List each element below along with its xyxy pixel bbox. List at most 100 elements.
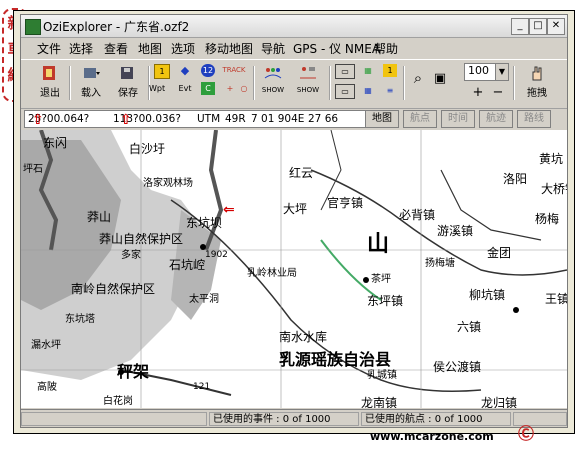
map-label: 莽山自然保护区 bbox=[99, 232, 184, 246]
map-button[interactable]: 地图 bbox=[365, 110, 399, 128]
zoom-out-icon[interactable]: − bbox=[491, 86, 505, 99]
map-label: 南岭自然保护区 bbox=[71, 282, 156, 296]
menu-move-map[interactable]: 移动地图 bbox=[205, 40, 253, 57]
show-route-icon bbox=[264, 68, 282, 79]
map-label: 红云 bbox=[289, 166, 314, 180]
grid-icon[interactable]: ▦ bbox=[361, 64, 375, 77]
toolbar-separator bbox=[253, 66, 255, 100]
show-label-2: SHOW bbox=[296, 86, 320, 94]
map-label: 莽山 bbox=[87, 210, 112, 224]
zoom-select[interactable]: 100 ▼ bbox=[464, 63, 509, 81]
waypoint-button[interactable]: 航点 bbox=[403, 110, 437, 128]
load-icon bbox=[84, 68, 100, 78]
map-label: 龙南镇 bbox=[361, 396, 398, 408]
utm-label: UTM bbox=[197, 113, 221, 125]
map-view[interactable]: 东闪 白沙圩 洛家观林场 莽山 莽山自然保护区 多家 东坑坝 石坑崆 南岭自然保… bbox=[21, 130, 567, 408]
grid-edit-icon[interactable]: ▦ bbox=[361, 84, 375, 97]
map-label: 龙归镇 bbox=[481, 396, 518, 408]
map-label: 121 bbox=[193, 382, 211, 392]
map-label: 东坪镇 bbox=[367, 294, 404, 308]
waypoint-icon[interactable]: 1 bbox=[154, 64, 170, 79]
show-label-1: SHOW bbox=[261, 86, 285, 94]
find-icon[interactable]: ⌕ bbox=[411, 71, 425, 86]
track-num-icon[interactable]: 12 bbox=[201, 64, 215, 77]
lat-pointer-arrow: ⇧ bbox=[32, 112, 44, 128]
event-icon[interactable]: ◆ bbox=[178, 64, 192, 77]
menu-select[interactable]: 选择 bbox=[69, 40, 93, 57]
map-label: 东坑坝 bbox=[186, 216, 223, 230]
route-button[interactable]: 路线 bbox=[517, 110, 551, 128]
map-label: 洛家观林场 bbox=[143, 178, 193, 189]
map-label: 太平洞 bbox=[189, 294, 219, 305]
name-icon[interactable]: 1 bbox=[383, 64, 397, 77]
menu-navigation[interactable]: 导航 bbox=[261, 40, 285, 57]
map-label: 六镇 bbox=[457, 320, 482, 334]
toolbar-separator bbox=[69, 66, 71, 100]
show-button-2[interactable]: SHOW bbox=[293, 64, 323, 104]
map-label: 大坪 bbox=[283, 202, 308, 216]
drag-button[interactable]: 拖拽 bbox=[519, 64, 555, 104]
watermark-url: www.mcarzone.com bbox=[370, 430, 494, 443]
map-label: 金团 bbox=[487, 246, 512, 260]
hand-icon bbox=[532, 66, 542, 81]
map-label: 石坑崆 bbox=[169, 258, 206, 272]
wpt-label: Wpt bbox=[149, 84, 166, 93]
map-label: 山 bbox=[367, 232, 390, 257]
app-icon bbox=[25, 19, 41, 35]
close-button[interactable]: ✕ bbox=[547, 18, 565, 35]
utm-zone: 49R bbox=[225, 113, 246, 125]
title-bar: OziExplorer - 广东省.ozf2 _ □ ✕ bbox=[21, 15, 567, 38]
easting: 7 01 904E bbox=[251, 113, 305, 125]
time-button[interactable]: 时间 bbox=[441, 110, 475, 128]
map-label: 乳城镇 bbox=[367, 370, 397, 381]
route-icon[interactable]: ▭ bbox=[335, 64, 355, 79]
menu-map[interactable]: 地图 bbox=[138, 40, 162, 57]
map-label: 扬梅塘 bbox=[425, 258, 455, 269]
map-label: 洛阳 bbox=[503, 172, 528, 186]
zoom-value: 100 bbox=[468, 64, 489, 77]
exit-icon bbox=[43, 66, 55, 80]
show-button-1[interactable]: SHOW bbox=[258, 64, 288, 104]
map-label: 高陂 bbox=[37, 382, 57, 393]
menu-options[interactable]: 选项 bbox=[171, 40, 195, 57]
track-label[interactable]: TRACK bbox=[221, 64, 247, 77]
minimize-button[interactable]: _ bbox=[511, 18, 529, 35]
map-label: 杨梅 bbox=[535, 212, 560, 226]
zoom-in-icon[interactable]: + bbox=[471, 86, 485, 99]
track-button[interactable]: 航迹 bbox=[479, 110, 513, 128]
line-icon[interactable]: ≡ bbox=[383, 84, 397, 97]
menu-file[interactable]: 文件 bbox=[37, 40, 61, 57]
toolbar-separator bbox=[403, 66, 405, 100]
map-label: 必背镇 bbox=[399, 208, 436, 222]
menu-view[interactable]: 查看 bbox=[104, 40, 128, 57]
coordinate-readout: 25?00.064? 113?00.036? UTM 49R 7 01 904E… bbox=[24, 110, 366, 141]
save-button[interactable]: 保存 bbox=[113, 64, 143, 104]
maximize-button[interactable]: □ bbox=[529, 18, 547, 35]
route-edit-icon[interactable]: ▭ bbox=[335, 84, 355, 99]
map-label: 乳岭林业局 bbox=[247, 268, 297, 279]
circle-icon[interactable]: ○ bbox=[237, 82, 251, 95]
menu-help[interactable]: 帮助 bbox=[374, 40, 398, 57]
cursor-marker-arrow: ⇐ bbox=[223, 202, 235, 218]
map-label: 大桥镇 bbox=[541, 182, 567, 196]
map-label: 多家 bbox=[121, 250, 141, 261]
zoom-window-icon[interactable]: ▣ bbox=[433, 72, 447, 85]
lon-pointer-arrow: ⇧ bbox=[120, 112, 132, 128]
menu-gps[interactable]: GPS - 仪 NMEA bbox=[293, 40, 380, 57]
save-label: 保存 bbox=[118, 88, 138, 99]
track-c-icon[interactable]: C bbox=[201, 82, 215, 95]
map-label: 1902 bbox=[205, 250, 228, 260]
status-empty bbox=[21, 412, 207, 426]
map-label: 白花岗 bbox=[103, 396, 133, 407]
app-window: OziExplorer - 广东省.ozf2 _ □ ✕ 文件 选择 查看 地图… bbox=[20, 14, 568, 428]
window-title: OziExplorer - 广东省.ozf2 bbox=[43, 20, 190, 34]
map-label: 南水水库 bbox=[279, 330, 328, 344]
toolbar-separator bbox=[329, 66, 331, 100]
map-label: 东闪 bbox=[43, 136, 68, 150]
chevron-down-icon[interactable]: ▼ bbox=[495, 64, 508, 80]
load-button[interactable]: 载入 bbox=[76, 64, 106, 104]
map-label: 白沙圩 bbox=[129, 142, 166, 156]
menu-bar: 文件 选择 查看 地图 选项 移动地图 导航 GPS - 仪 NMEA 帮助 bbox=[21, 38, 567, 58]
plus-icon[interactable]: + bbox=[223, 82, 237, 95]
exit-button[interactable]: 退出 bbox=[36, 64, 64, 104]
